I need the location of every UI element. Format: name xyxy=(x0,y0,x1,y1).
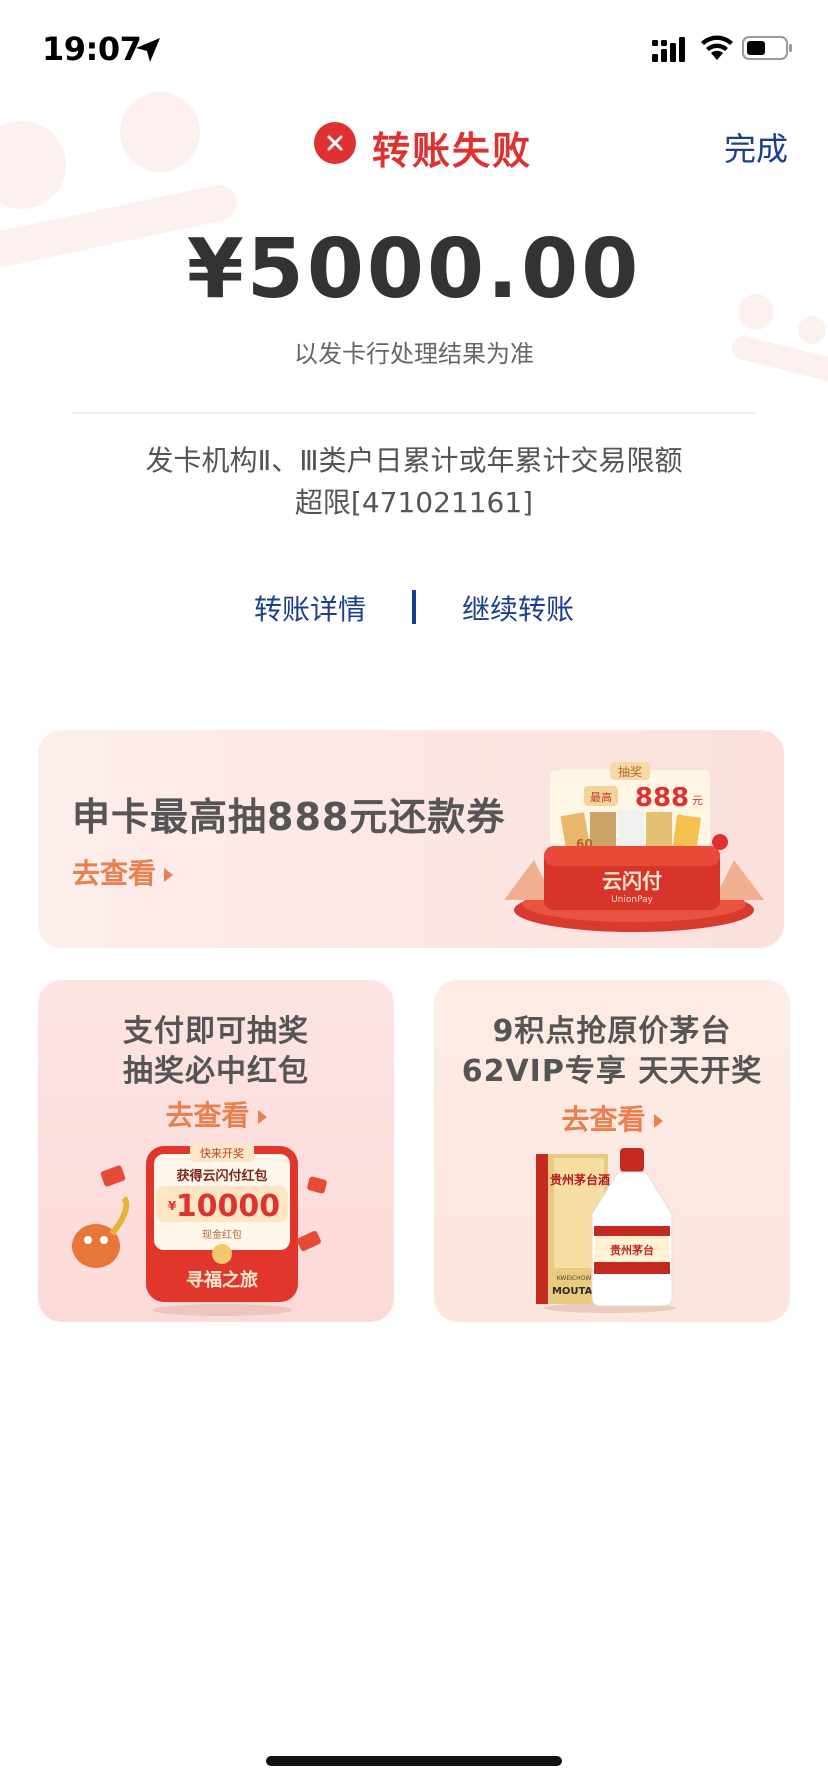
card-view-link[interactable]: 去查看 xyxy=(38,1094,394,1134)
result-title: 转账失败 xyxy=(372,129,533,173)
card-line2: 抽奖必中红包 xyxy=(123,1054,309,1089)
home-indicator[interactable] xyxy=(266,1756,562,1766)
lottery-coupon-illustration: 抽奖 最高 888 元 60 云闪付 UnionPay xyxy=(504,762,764,932)
transfer-details-link[interactable]: 转账详情 xyxy=(254,588,366,628)
divider xyxy=(72,412,756,414)
card-line1: 支付即可抽奖 xyxy=(123,1014,309,1049)
promo-view-link[interactable]: 去查看 xyxy=(72,852,174,892)
card-illus-caption: 获得云闪付红包 xyxy=(176,1168,267,1184)
error-message-line1: 发卡机构Ⅱ、Ⅲ类户日累计或年累计交易限额 xyxy=(145,444,683,477)
moutai-illustration: 贵州茅台酒 KWEICHOW MOUTAI 贵州茅台 xyxy=(536,1148,676,1313)
card-illus-tag: 快来开奖 xyxy=(200,1146,244,1160)
card-illus-brand: 寻福之旅 xyxy=(186,1269,258,1291)
continue-transfer-link[interactable]: 继续转账 xyxy=(462,588,574,628)
error-icon xyxy=(314,122,356,164)
card-illus-amount: 10000 xyxy=(176,1189,280,1224)
error-message-line2: 超限[471021161] xyxy=(294,486,534,519)
card-view-label: 去查看 xyxy=(561,1103,646,1136)
promo-card-moutai[interactable]: 9积点抢原价茅台 62VIP专享 天天开奖 去查看 贵州茅台酒 KWEICHOW… xyxy=(434,980,790,1322)
promo-illus-brand: 云闪付 xyxy=(602,869,662,893)
amount-note: 以发卡行处理结果为准 xyxy=(294,340,534,368)
promo-illus-tag: 抽奖 xyxy=(618,765,642,779)
result-header: 转账失败 完成 xyxy=(0,110,828,180)
arrow-right-icon xyxy=(257,1110,267,1124)
status-bar: 19:07 xyxy=(0,0,828,100)
card-illus-sub: 现金红包 xyxy=(202,1228,242,1241)
card-line2: 62VIP专享 天天开奖 xyxy=(461,1054,763,1089)
promo-view-label: 去查看 xyxy=(72,857,157,890)
cellular-signal-icon xyxy=(652,37,685,62)
promo-banner-card-application[interactable]: 申卡最高抽888元还款券 去查看 抽奖 最高 888 元 60 云闪付 Unio… xyxy=(38,730,784,948)
promo-illus-amount: 888 xyxy=(635,783,689,813)
battery-icon xyxy=(742,36,792,60)
promo-illus-brand-en: UnionPay xyxy=(611,895,654,905)
link-separator xyxy=(412,590,416,624)
done-button[interactable]: 完成 xyxy=(724,124,788,170)
promo-title: 申卡最高抽888元还款券 xyxy=(72,795,506,839)
card-illus-bottle-label: 贵州茅台 xyxy=(610,1243,654,1257)
card-line1: 9积点抢原价茅台 xyxy=(492,1014,732,1049)
promo-card-lottery[interactable]: 支付即可抽奖 抽奖必中红包 去查看 快来开奖 获得云闪付红包 ¥ 10000 现… xyxy=(38,980,394,1322)
card-illus-box-title: 贵州茅台酒 xyxy=(550,1172,610,1187)
transfer-amount: ¥5000.00 xyxy=(186,222,642,317)
arrow-right-icon xyxy=(653,1114,663,1128)
arrow-right-icon xyxy=(164,868,174,882)
status-time: 19:07 xyxy=(42,30,142,68)
promo-illus-unit: 元 xyxy=(692,794,703,807)
promo-illus-badge: 最高 xyxy=(590,790,612,804)
card-view-link[interactable]: 去查看 xyxy=(434,1098,790,1138)
card-illus-box-brand: MOUTAI xyxy=(552,1286,596,1297)
location-arrow-icon xyxy=(136,38,160,62)
card-illus-box-sub: KWEICHOW xyxy=(557,1275,592,1282)
red-packet-illustration: 快来开奖 获得云闪付红包 ¥ 10000 现金红包 寻福之旅 xyxy=(72,1144,327,1316)
error-message: 发卡机构Ⅱ、Ⅲ类户日累计或年累计交易限额 超限[471021161] xyxy=(110,440,718,524)
wifi-icon xyxy=(701,35,733,60)
card-view-label: 去查看 xyxy=(165,1099,250,1132)
